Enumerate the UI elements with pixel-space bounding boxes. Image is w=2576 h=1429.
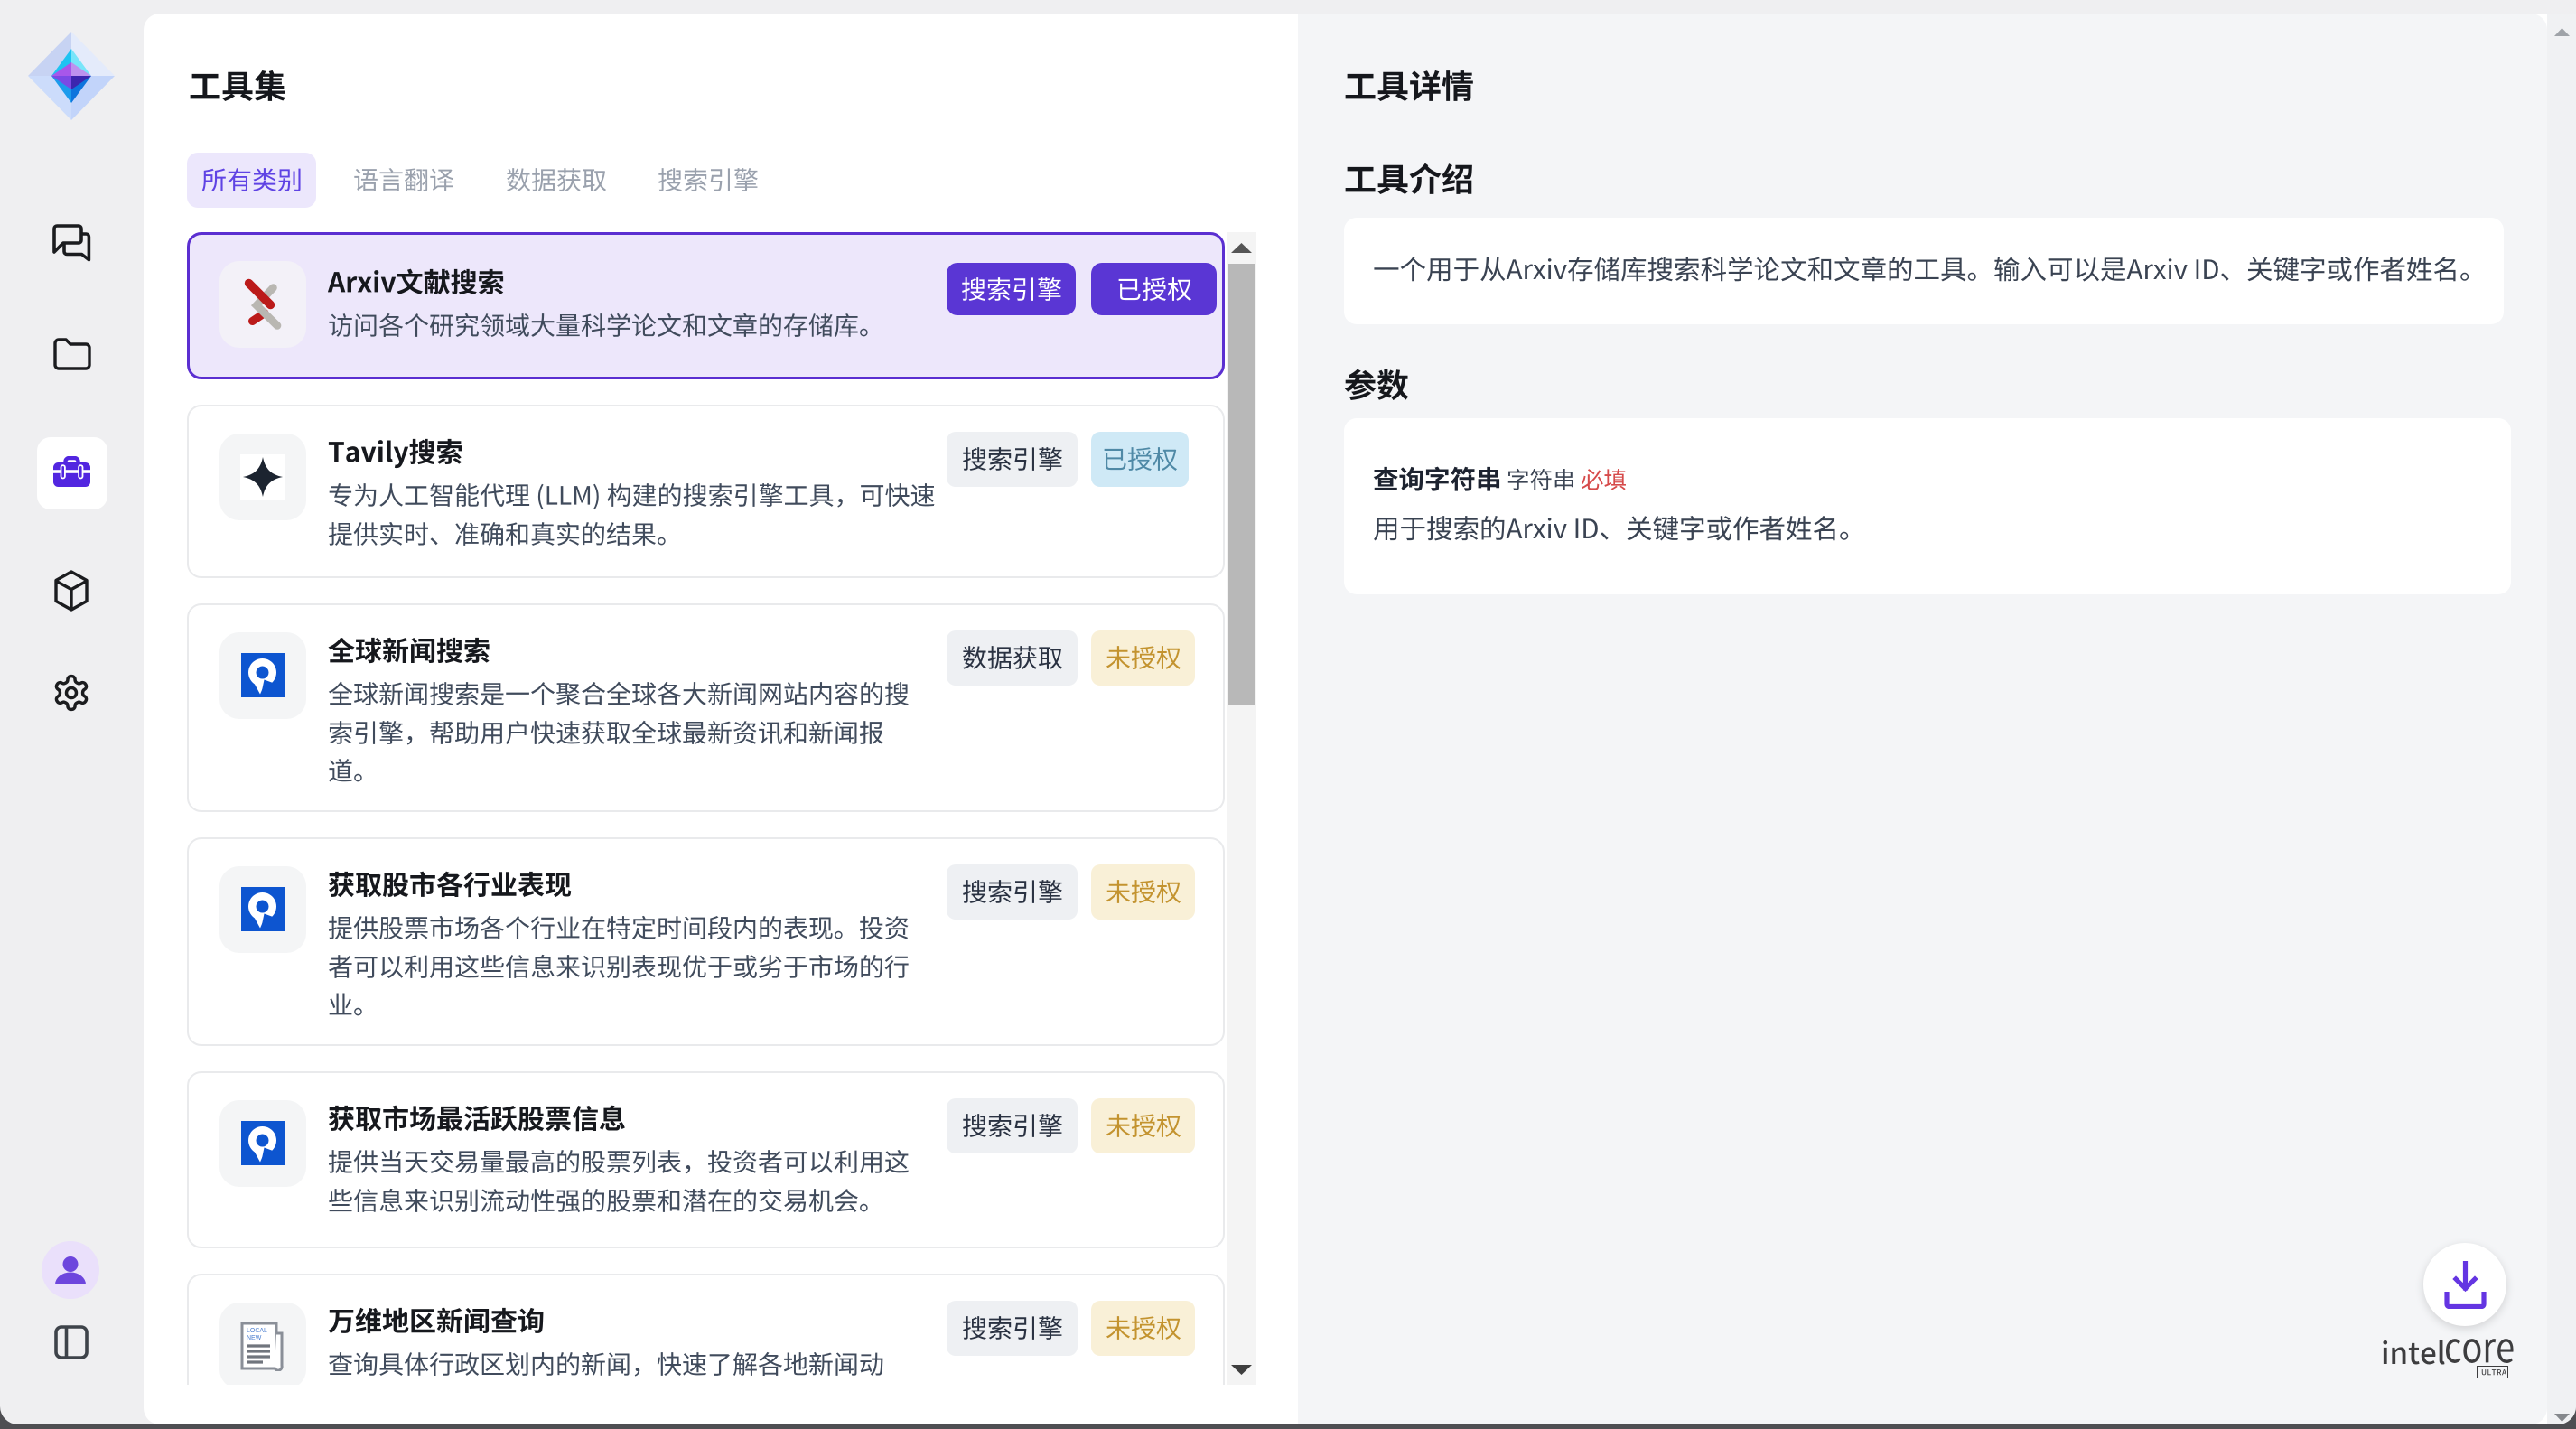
svg-text:NEW: NEW [247,1335,262,1341]
svg-text:LOCAL: LOCAL [247,1328,267,1334]
